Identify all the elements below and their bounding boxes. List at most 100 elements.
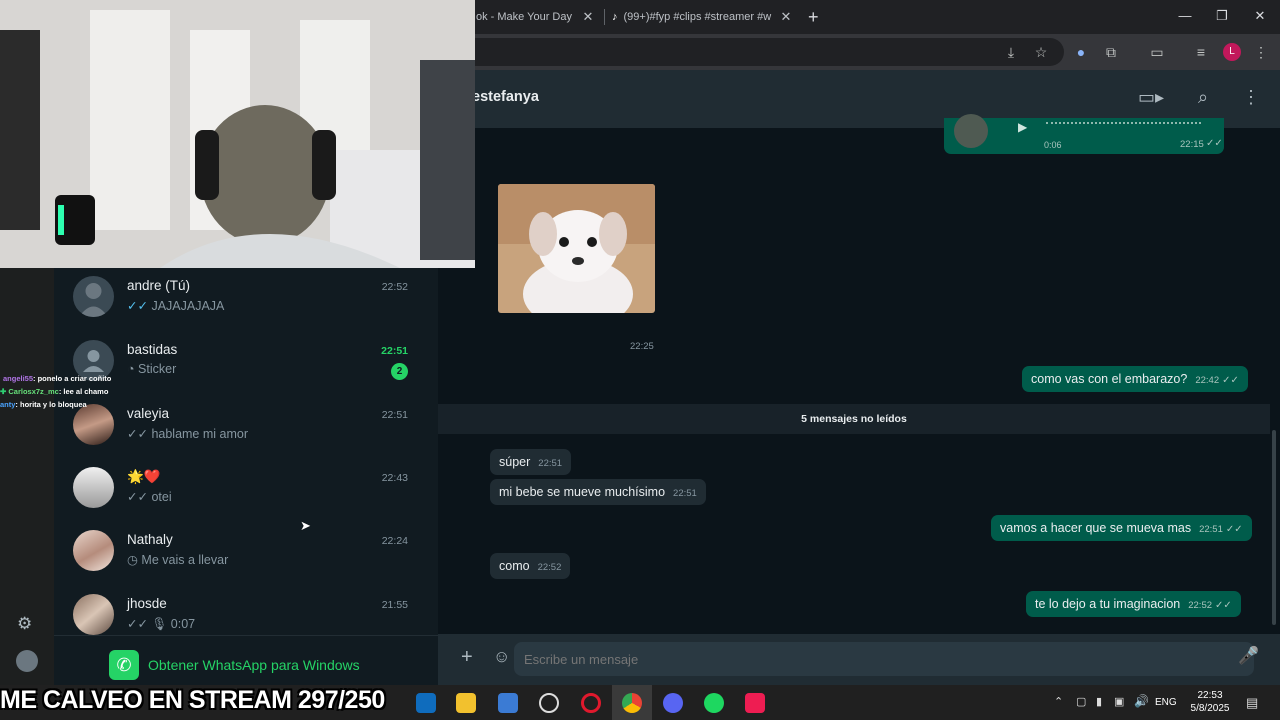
play-icon[interactable]: ▶: [1018, 120, 1027, 134]
stream-chat-user: angeli55: [3, 374, 34, 383]
chat-item-star-heart[interactable]: 🌟❤️ ✓✓ otei 22:43: [54, 458, 438, 521]
delivered-ticks-icon: ✓✓: [127, 490, 148, 504]
avatar: [73, 594, 114, 635]
tab-close-icon[interactable]: ✕: [778, 9, 794, 25]
new-tab-button[interactable]: +: [808, 4, 824, 30]
profile-avatar-icon[interactable]: [16, 650, 38, 672]
read-ticks-icon: ✓✓: [1225, 524, 1243, 535]
store-icon[interactable]: [498, 693, 518, 713]
chrome-icon[interactable]: [622, 693, 642, 713]
message-time: 22:52: [537, 562, 562, 573]
restore-button[interactable]: ❐: [1212, 8, 1232, 26]
install-app-icon[interactable]: ⤓: [1002, 43, 1020, 61]
bookmark-star-icon[interactable]: ☆: [1032, 43, 1050, 61]
notifications-icon[interactable]: ▤: [1246, 695, 1258, 711]
network-icon[interactable]: ▣: [1114, 695, 1124, 708]
stream-chat-text: : ponelo a criar coñito: [33, 374, 112, 383]
chat-item-andre[interactable]: andre (Tú) ✓✓ JAJAJAJAJA 22:52: [54, 267, 438, 330]
get-app-banner[interactable]: ✆ Obtener WhatsApp para Windows: [54, 635, 438, 686]
conversation-scrollbar[interactable]: [1272, 430, 1276, 625]
tab-divider: [604, 9, 605, 25]
unread-badge: 2: [391, 363, 408, 380]
opera-icon[interactable]: [581, 693, 601, 713]
waveform: [1046, 122, 1201, 130]
tab-label: ok - Make Your Day: [476, 11, 572, 23]
video-call-icon[interactable]: ▭▸: [1138, 87, 1164, 108]
voice-message[interactable]: ▶ 0:06 22:15 ✓✓: [944, 114, 1224, 154]
side-panel-icon[interactable]: ▭: [1148, 43, 1166, 61]
unread-divider-text: 5 mensajes no leídos: [801, 413, 907, 425]
message-incoming[interactable]: como 22:52: [490, 553, 571, 579]
extension-icon[interactable]: ●: [1072, 43, 1090, 61]
clock-time: 22:53: [1197, 690, 1223, 701]
chat-time: 22:52: [381, 281, 408, 293]
emoji-sticker-icon[interactable]: ☺: [493, 647, 510, 667]
message-text: mi bebe se mueve muchísimo: [499, 485, 666, 499]
spotify-icon[interactable]: [704, 693, 724, 713]
chat-time: 22:51: [381, 345, 408, 357]
browser-tab-1[interactable]: ok - Make Your Day ✕: [476, 4, 596, 30]
language-indicator[interactable]: ENG: [1155, 697, 1177, 708]
outlook-icon[interactable]: [416, 693, 436, 713]
voice-duration: 0:06: [1044, 140, 1062, 150]
chat-preview: ◷ Me vais a llevar: [127, 552, 228, 567]
unread-divider: 5 mensajes no leídos: [438, 404, 1270, 434]
avatar: [73, 276, 114, 317]
read-ticks-icon: ✓✓: [127, 299, 148, 313]
read-ticks-icon: ✓✓: [1206, 138, 1223, 149]
tab-label: (99+)#fyp #clips #streamer #w: [623, 11, 772, 23]
message-time: 22:51: [673, 488, 697, 499]
clock[interactable]: 22:53 5/8/2025: [1186, 689, 1234, 715]
volume-icon[interactable]: 🔊: [1134, 694, 1149, 708]
voice-avatar: [954, 114, 988, 148]
sticker-image[interactable]: [498, 184, 655, 313]
media-control-icon[interactable]: ≡: [1192, 43, 1210, 61]
preview-text: Sticker: [138, 362, 177, 376]
chevron-up-icon[interactable]: ⌃: [1054, 695, 1063, 708]
stream-chat-line: ✚ Carlosx7z_mc: lee al chamo: [0, 385, 120, 398]
chat-time: 22:51: [381, 409, 408, 421]
contact-name[interactable]: estefanya: [472, 89, 539, 105]
file-explorer-icon[interactable]: [456, 693, 476, 713]
message-outgoing[interactable]: te lo dejo a tu imaginacion 22:52 ✓✓: [1026, 591, 1241, 617]
attach-plus-icon[interactable]: +: [461, 646, 473, 669]
message-outgoing[interactable]: vamos a hacer que se mueva mas 22:51 ✓✓: [991, 515, 1252, 541]
address-bar[interactable]: ⤓ ☆: [470, 38, 1064, 66]
message-time: 22:51: [1199, 524, 1223, 535]
settings-gear-icon[interactable]: ⚙: [17, 614, 32, 634]
stream-chat-line: angeli55: ponelo a criar coñito: [0, 372, 120, 385]
close-window-button[interactable]: ✕: [1250, 8, 1270, 26]
chat-item-nathaly[interactable]: Nathaly ◷ Me vais a llevar 22:24: [54, 521, 438, 584]
voice-time: 22:15: [1180, 139, 1204, 150]
get-app-link[interactable]: Obtener WhatsApp para Windows: [148, 657, 360, 673]
webcam-overlay: [0, 0, 475, 268]
discord-icon[interactable]: [663, 693, 683, 713]
pending-clock-icon: ◷: [127, 553, 138, 567]
tab-close-icon[interactable]: ✕: [580, 9, 596, 25]
extensions-puzzle-icon[interactable]: ⧉: [1102, 43, 1120, 61]
stream-chat-text: : horita y lo bloquea: [15, 400, 87, 409]
microphone-icon[interactable]: 🎤: [1238, 646, 1259, 666]
stream-overlay-title: ME CALVEO EN STREAM 297/250: [0, 686, 385, 714]
message-incoming[interactable]: súper 22:51: [490, 449, 572, 475]
profile-avatar[interactable]: L: [1223, 43, 1241, 61]
minimize-button[interactable]: —: [1175, 8, 1195, 26]
message-outgoing[interactable]: como vas con el embarazo? 22:42 ✓✓: [1022, 366, 1248, 392]
obs-icon[interactable]: [539, 693, 559, 713]
delivered-ticks-icon: ✓✓: [127, 427, 148, 441]
menu-icon[interactable]: ⋮: [1242, 87, 1260, 108]
message-incoming[interactable]: mi bebe se mueve muchísimo 22:51: [490, 479, 706, 505]
microphone-tray-icon[interactable]: ▮: [1096, 695, 1102, 708]
tiktok-icon[interactable]: [745, 693, 765, 713]
search-icon[interactable]: ⌕: [1198, 87, 1208, 108]
preview-text: hablame mi amor: [151, 427, 249, 441]
message-time: 22:42: [1195, 375, 1220, 386]
chat-name: 🌟❤️: [127, 469, 161, 484]
preview-text: 0:07: [170, 617, 196, 631]
browser-tab-2[interactable]: ♪ (99+)#fyp #clips #streamer #w ✕: [612, 4, 794, 30]
mouse-cursor-icon: ➤: [300, 518, 311, 533]
browser-menu-icon[interactable]: ⋮: [1252, 43, 1270, 61]
tray-icon[interactable]: ▢: [1076, 695, 1086, 708]
stream-chat-user: Carlosx7z_mc: [8, 387, 59, 396]
message-input[interactable]: [514, 642, 1254, 676]
